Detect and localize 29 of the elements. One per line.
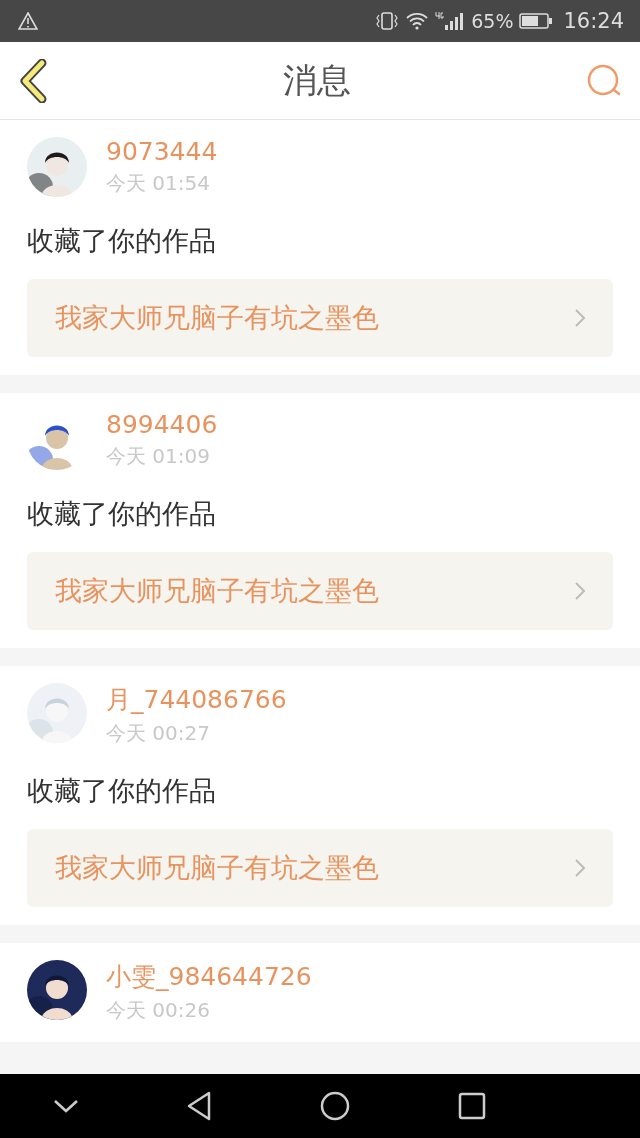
chevron-right-icon <box>574 858 586 878</box>
work-title: 我家大师兄脑子有坑之墨色 <box>55 851 379 885</box>
work-link[interactable]: 我家大师兄脑子有坑之墨色 <box>27 279 613 357</box>
chevron-down-icon[interactable] <box>53 1098 79 1114</box>
warning-icon <box>18 12 38 30</box>
battery-percent: 65% <box>471 10 514 32</box>
username[interactable]: 月_744086766 <box>106 683 287 716</box>
message-text: 收藏了你的作品 <box>27 497 217 531</box>
back-icon[interactable] <box>18 58 48 103</box>
work-title: 我家大师兄脑子有坑之墨色 <box>55 574 379 608</box>
work-link[interactable]: 我家大师兄脑子有坑之墨色 <box>27 829 613 907</box>
username[interactable]: 9073444 <box>106 137 218 166</box>
chevron-right-icon <box>574 581 586 601</box>
chevron-right-icon <box>574 308 586 328</box>
signal-icon <box>435 11 466 31</box>
wifi-icon <box>405 12 430 30</box>
clock: 16:24 <box>563 9 624 33</box>
work-title: 我家大师兄脑子有坑之墨色 <box>55 301 379 335</box>
home-icon[interactable] <box>319 1090 351 1122</box>
message-text: 收藏了你的作品 <box>27 224 217 258</box>
battery-icon <box>519 12 554 30</box>
work-link[interactable]: 我家大师兄脑子有坑之墨色 <box>27 552 613 630</box>
username[interactable]: 小雯_984644726 <box>106 960 312 993</box>
back-triangle-icon[interactable] <box>185 1090 213 1122</box>
vibrate-icon <box>375 12 400 30</box>
message-text: 收藏了你的作品 <box>27 774 217 808</box>
recent-apps-icon[interactable] <box>457 1091 487 1121</box>
page-title: 消息 <box>283 58 351 102</box>
username[interactable]: 8994406 <box>106 410 218 439</box>
